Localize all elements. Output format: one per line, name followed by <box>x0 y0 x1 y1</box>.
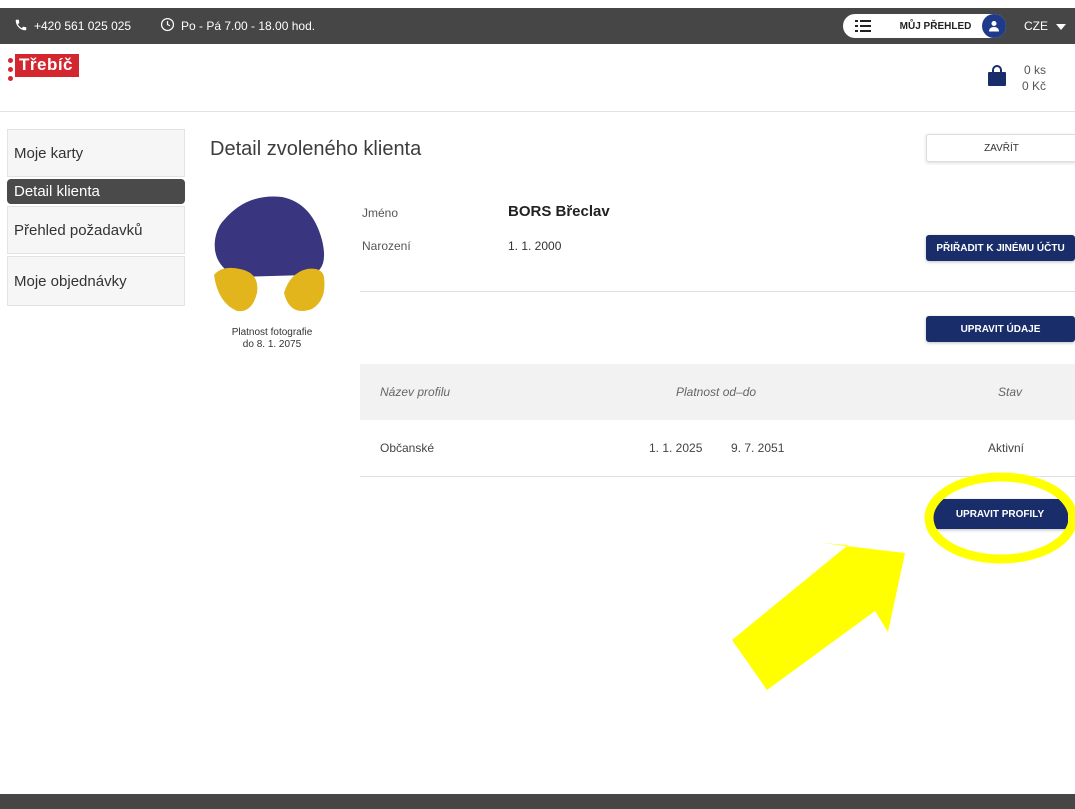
sidebar: Moje karty Detail klienta Přehled požada… <box>7 129 185 308</box>
profile-name-cell: Občanské <box>380 441 435 455</box>
sidebar-item-client-detail[interactable]: Detail klienta <box>7 179 185 204</box>
logo-dots <box>8 54 13 81</box>
cart-price: 0 Kč <box>1022 79 1047 93</box>
footer <box>0 794 1075 809</box>
client-photo <box>212 195 332 325</box>
sidebar-item-my-cards[interactable]: Moje karty <box>7 129 185 177</box>
avatar-left-foot <box>214 267 258 312</box>
highlight-arrow <box>732 543 905 690</box>
valid-to-cell: 9. 7. 2051 <box>731 441 785 455</box>
language-label: CZE <box>1024 19 1048 33</box>
sidebar-item-my-orders[interactable]: Moje objednávky <box>7 256 185 306</box>
language-selector[interactable]: CZE <box>1024 8 1066 44</box>
sidebar-item-requests-overview[interactable]: Přehled požadavků <box>7 206 185 254</box>
table-row: Občanské 1. 1. 2025 9. 7. 2051 Aktivní <box>360 420 1075 476</box>
cart-count: 0 ks <box>1024 63 1047 77</box>
name-label: Jméno <box>362 206 399 220</box>
cart-summary[interactable]: 0 ks 0 Kč <box>986 62 1046 94</box>
logo-text: Třebíč <box>15 54 80 77</box>
my-overview-label: MŮJ PŘEHLED <box>899 20 972 32</box>
city-logo[interactable]: Třebíč <box>8 54 80 81</box>
edit-profiles-button[interactable]: UPRAVIT PROFILY <box>932 499 1068 529</box>
clock-icon <box>160 17 175 35</box>
site-header: Třebíč 0 ks 0 Kč <box>0 44 1075 112</box>
my-overview-button[interactable]: MŮJ PŘEHLED <box>843 14 1006 38</box>
phone-number: +420 561 025 025 <box>34 19 132 33</box>
office-hours: Po - Pá 7.00 - 18.00 hod. <box>160 8 315 44</box>
column-header-status: Stav <box>998 385 1023 399</box>
column-header-validity: Platnost od–do <box>676 385 757 399</box>
menu-icon <box>843 20 883 32</box>
caret-down-icon <box>1056 19 1066 33</box>
birth-date: 1. 1. 2000 <box>508 239 562 253</box>
divider <box>360 476 1075 477</box>
assign-to-other-account-button[interactable]: PŘIŘADIT K JINÉMU ÚČTU <box>926 235 1075 261</box>
shopping-bag-icon <box>986 64 1008 92</box>
close-button[interactable]: ZAVŘÍT <box>926 134 1075 162</box>
edit-data-button[interactable]: UPRAVIT ÚDAJE <box>926 316 1075 342</box>
birth-label: Narození <box>362 239 411 253</box>
office-hours-text: Po - Pá 7.00 - 18.00 hod. <box>181 19 316 33</box>
valid-from-cell: 1. 1. 2025 <box>649 441 703 455</box>
phone-contact[interactable]: +420 561 025 025 <box>14 8 131 44</box>
photo-validity-caption: Platnost fotografie do 8. 1. 2075 <box>212 327 332 351</box>
user-icon <box>982 14 1006 38</box>
cart-text: 0 ks 0 Kč <box>1022 62 1046 94</box>
phone-icon <box>14 18 28 35</box>
column-header-profile-name: Název profilu <box>380 385 451 399</box>
profiles-table-header: Název profilu Platnost od–do Stav <box>360 364 1075 420</box>
photo-validity-line1: Platnost fotografie <box>231 327 313 338</box>
page-title: Detail zvoleného klienta <box>210 138 422 160</box>
status-cell: Aktivní <box>988 441 1025 455</box>
divider <box>360 291 1075 292</box>
client-name: BORS Břeclav <box>508 203 610 220</box>
photo-validity-line2: do 8. 1. 2075 <box>242 339 302 350</box>
top-bar: +420 561 025 025 Po - Pá 7.00 - 18.00 ho… <box>0 8 1075 44</box>
avatar-body <box>214 196 325 277</box>
